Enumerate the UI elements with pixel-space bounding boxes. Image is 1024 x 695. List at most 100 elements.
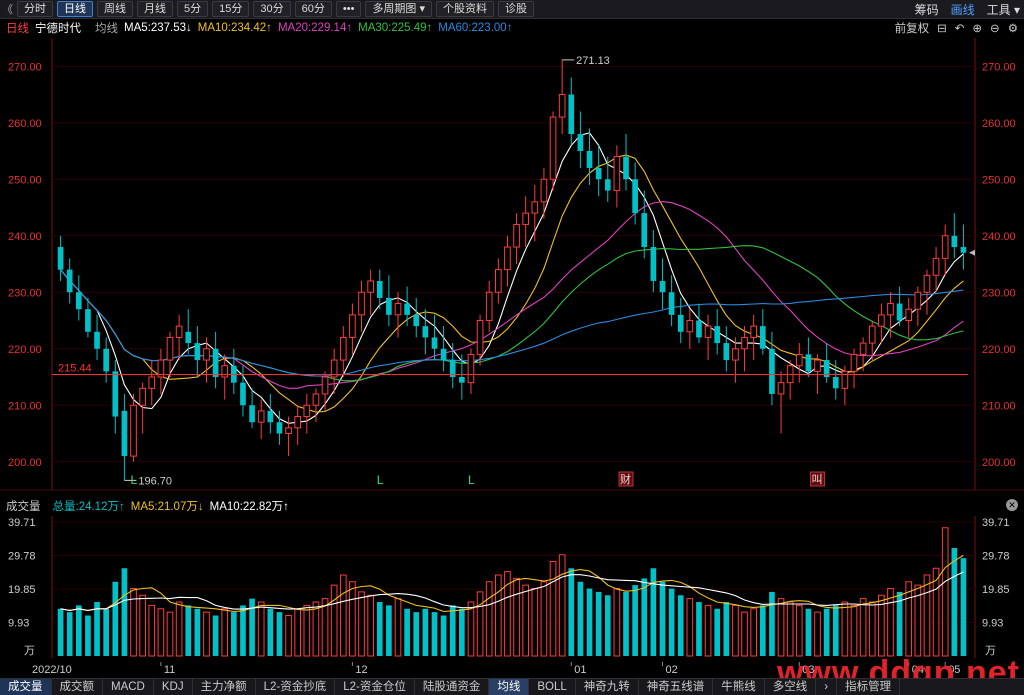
volume-bar-down	[659, 581, 666, 656]
volume-bar-down	[641, 578, 648, 656]
volume-bar-down	[604, 595, 611, 656]
period-button-6[interactable]: 30分	[253, 1, 291, 17]
indicator-tab-4[interactable]: 主力净额	[193, 679, 256, 695]
period-button-10[interactable]: 个股资料	[436, 1, 495, 17]
candle-up	[686, 320, 694, 333]
price-axis-label-right: 230.00	[982, 287, 1016, 299]
candle-up	[941, 235, 949, 259]
avg-label[interactable]: 均线	[95, 20, 118, 36]
period-button-7[interactable]: 60分	[294, 1, 332, 17]
period-button-4[interactable]: 5分	[177, 1, 209, 17]
volume-bar-down	[586, 588, 593, 656]
indicator-tab-3[interactable]: KDJ	[154, 679, 193, 695]
volume-chart[interactable]: 39.71 39.7129.78 29.7819.85 19.859.93 9.93万万	[0, 516, 1024, 662]
indicator-tab-8[interactable]: 均线	[489, 679, 530, 695]
candle-up	[923, 274, 931, 293]
candle-down	[94, 331, 100, 349]
ma10-value: MA10:234.42↑	[197, 22, 272, 34]
volume-label[interactable]: 成交量	[6, 498, 41, 514]
price-axis-label-left: 220.00	[8, 344, 42, 356]
price-axis-label-right: 240.00	[982, 231, 1016, 243]
zoom-in-icon[interactable]: ⊕	[972, 21, 982, 35]
volume-bar-up	[558, 554, 566, 657]
indicator-tab-13[interactable]: 多空线	[765, 679, 817, 695]
chips-button[interactable]: 筹码	[915, 1, 939, 18]
lock-icon[interactable]: ⊟	[937, 21, 947, 35]
candle-down	[267, 410, 274, 423]
volume-bar-up	[531, 588, 539, 657]
volume-bar-up	[285, 615, 292, 657]
candle-down	[668, 292, 675, 315]
price-axis-label-right: 270.00	[982, 61, 1016, 73]
indicator-tab-1[interactable]: 成交额	[52, 679, 103, 695]
indicator-tab-0[interactable]: 成交量	[0, 679, 52, 695]
candle-down	[960, 247, 967, 253]
back-icon[interactable]: 《	[2, 1, 13, 17]
volume-bar-down	[404, 608, 410, 656]
period-button-2[interactable]: 周线	[97, 1, 133, 17]
candle-up	[175, 325, 183, 338]
candle-down	[103, 348, 109, 372]
volume-bar-up	[859, 598, 867, 657]
volume-axis-label-right: 29.78	[982, 551, 1010, 563]
candlestick-chart[interactable]: 270.00 270.00 260.00 260.00 250.00 250.00 240.…	[0, 38, 1024, 496]
candle-down	[677, 314, 684, 332]
period-button-8[interactable]: •••	[335, 1, 362, 17]
indicator-tab-6[interactable]: L2-资金仓位	[335, 679, 415, 695]
volume-bar-down	[66, 612, 73, 656]
indicator-tab-15[interactable]: 指标管理	[837, 679, 901, 695]
volume-bar-down	[85, 615, 91, 656]
undo-icon[interactable]: ↶	[955, 21, 965, 35]
volume-bar-down	[769, 591, 775, 656]
period-toolbar: 《 分时 日线 周线 月线 5分 15分 30分 60分 ••• 多周期图 ▾ 个股资料 诊股 筹码 …	[0, 0, 1024, 19]
volume-axis-label-left: 19.85	[8, 584, 36, 596]
candle-up	[878, 314, 885, 327]
event-marker-l: L	[377, 473, 384, 487]
stock-name[interactable]: 宁德时代	[35, 20, 81, 36]
volume-bar-up	[941, 527, 949, 657]
indicator-tab-9[interactable]: BOLL	[529, 679, 576, 695]
adjust-dropdown[interactable]: 前复权	[895, 20, 930, 36]
volume-bar-up	[841, 601, 849, 657]
indicator-tab-11[interactable]: 神奇五线谱	[639, 679, 714, 695]
indicator-tab-14[interactable]: ›	[816, 679, 838, 695]
period-button-9[interactable]: 多周期图 ▾	[365, 1, 433, 17]
period-button-3[interactable]: 月线	[137, 1, 173, 17]
indicator-tab-5[interactable]: L2-资金抄底	[256, 679, 336, 695]
indicator-tab-12[interactable]: 牛熊线	[713, 679, 765, 695]
indicator-tab-10[interactable]: 神奇九转	[576, 679, 639, 695]
indicator-tab-2[interactable]: MACD	[103, 679, 154, 695]
settings-icon[interactable]: ⚙	[1008, 21, 1018, 35]
price-axis-label-left: 260.00	[8, 118, 42, 130]
period-button-0[interactable]: 分时	[17, 1, 53, 17]
candle-up	[750, 325, 758, 338]
candle-down	[659, 280, 666, 293]
tools-menu[interactable]: 工具 ▾	[987, 1, 1020, 18]
candle-down	[459, 377, 465, 383]
price-axis-label-left: 200.00	[8, 457, 42, 469]
price-axis-label-left: 270.00	[8, 61, 42, 73]
candle-up	[859, 342, 867, 355]
volume-bar-down	[668, 588, 675, 656]
period-button-5[interactable]: 15分	[212, 1, 250, 17]
close-icon[interactable]: ✕	[1006, 499, 1018, 511]
period-button-1[interactable]: 日线	[57, 1, 93, 17]
period-button-11[interactable]: 诊股	[498, 1, 535, 17]
volume-bar-up	[686, 598, 694, 657]
volume-bar-up	[750, 608, 758, 657]
price-axis-label-right: 260.00	[982, 118, 1016, 130]
volume-bar-down	[240, 605, 246, 656]
volume-bar-down	[121, 568, 128, 656]
volume-bar-up	[349, 581, 356, 657]
zoom-out-icon[interactable]: ⊖	[990, 21, 1000, 35]
volume-bar-up	[850, 604, 858, 657]
candle-up	[540, 178, 548, 203]
volume-bar-down	[185, 605, 192, 656]
legend-right-controls: 前复权 ⊟ ↶ ⊕ ⊖ ⚙	[887, 19, 1018, 37]
candle-down	[212, 348, 219, 377]
volume-bar-down	[94, 602, 100, 656]
date-label: 2022/10	[32, 664, 72, 676]
draw-line-button[interactable]: 画线	[951, 1, 975, 18]
ma-legend: 日线 宁德时代 均线 MA5:237.53↓ MA10:234.42↑ MA20…	[0, 19, 1024, 37]
indicator-tab-7[interactable]: 陆股通资金	[415, 679, 490, 695]
